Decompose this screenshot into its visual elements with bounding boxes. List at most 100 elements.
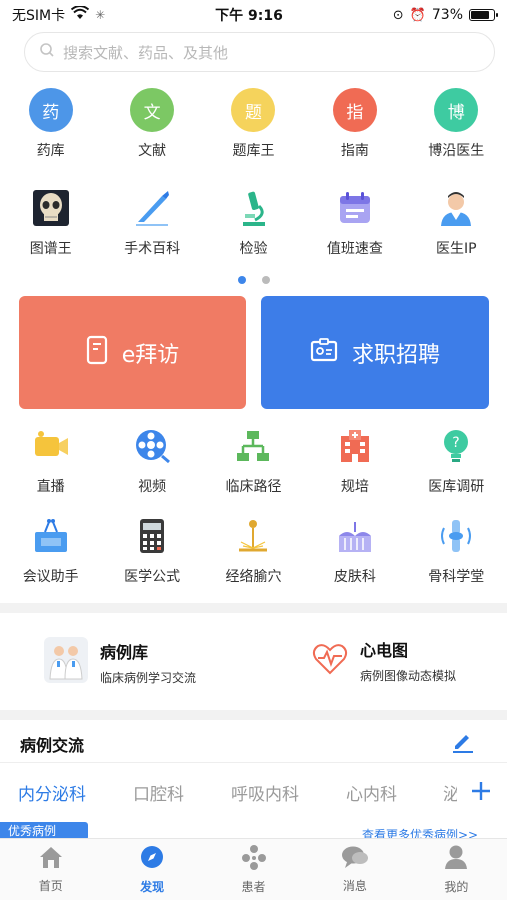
ecg-card[interactable]: 心电图 病例图像动态模拟 <box>312 637 456 684</box>
grid-item-label: 医生IP <box>435 241 477 257</box>
grid-item-atlas[interactable]: 图谱王 <box>0 186 101 258</box>
grid-item-guide[interactable]: 指 指南 <box>304 88 405 160</box>
scalpel-icon <box>130 186 174 230</box>
grid-item-duty[interactable]: 值班速查 <box>304 186 405 258</box>
tab-partial[interactable]: 泌 <box>443 780 457 805</box>
grid-item-meeting[interactable]: 会议助手 <box>0 514 101 586</box>
grid-item-training[interactable]: 规培 <box>304 424 405 496</box>
tab-stomatology[interactable]: 口腔科 <box>133 780 184 805</box>
tool-grid-row-2: 图谱王 手术百科 检验 值班速查 医生IP <box>0 186 507 258</box>
status-time: 下午 9:16 <box>215 8 283 24</box>
skin-icon <box>333 514 377 558</box>
film-reel-icon <box>130 424 174 468</box>
grid-item-acupoint[interactable]: 经络腧穴 <box>203 514 304 586</box>
grid-item-label: 视频 <box>138 479 167 495</box>
nav-messages-label: 消息 <box>342 879 367 893</box>
grid-item-lab[interactable]: 检验 <box>203 186 304 258</box>
video-camera-icon <box>29 424 73 468</box>
department-tabs: 内分泌科 口腔科 呼吸内科 心内科 泌 <box>0 772 507 812</box>
case-library-subtitle: 临床病例学习交流 <box>100 670 197 685</box>
nav-home[interactable]: 首页 <box>0 839 101 900</box>
job-label: 求职招聘 <box>351 342 440 368</box>
grid-item-label: 会议助手 <box>22 569 79 585</box>
hospital-icon <box>333 424 377 468</box>
grid-item-label: 手术百科 <box>124 241 181 257</box>
nav-patients[interactable]: 患者 <box>203 839 304 900</box>
tool-grid-row-4: 会议助手 医学公式 经络腧穴 皮肤科 骨科学堂 <box>0 514 507 586</box>
id-card-icon <box>310 337 338 368</box>
grid-item-label: 骨科学堂 <box>428 569 485 585</box>
calculator-icon <box>130 514 174 558</box>
doctors-icon <box>44 637 88 687</box>
grid-item-drug[interactable]: 药 药库 <box>0 88 101 160</box>
ecg-heart-icon <box>312 641 348 681</box>
nav-mine[interactable]: 我的 <box>406 839 507 900</box>
wifi-icon <box>70 5 90 24</box>
section-divider <box>0 710 507 720</box>
boyan-icon: 博 <box>434 88 479 132</box>
plus-icon[interactable] <box>470 780 492 806</box>
grid-item-live[interactable]: 直播 <box>0 424 101 496</box>
grid-item-formula[interactable]: 医学公式 <box>101 514 202 586</box>
acupuncture-icon <box>231 514 275 558</box>
skull-atlas-icon <box>29 186 73 230</box>
grid-item-boyan[interactable]: 博 博沿医生 <box>406 88 507 160</box>
grid-item-label: 经络腧穴 <box>225 569 282 585</box>
page-dot[interactable] <box>261 276 270 284</box>
tab-endocrinology[interactable]: 内分泌科 <box>18 780 86 805</box>
flowchart-icon <box>231 424 275 468</box>
drug-icon: 药 <box>28 88 73 132</box>
phone-icon <box>86 335 108 371</box>
grid-item-clinical-path[interactable]: 临床路径 <box>203 424 304 496</box>
literature-icon: 文 <box>130 88 175 132</box>
guide-icon: 指 <box>332 88 377 132</box>
grid-item-label: 医学公式 <box>124 569 181 585</box>
grid-item-doctor-ip[interactable]: 医生IP <box>406 186 507 258</box>
compass-icon <box>139 844 165 874</box>
rotation-lock-icon: ⊙ <box>392 7 404 23</box>
grid-item-video[interactable]: 视频 <box>101 424 202 496</box>
tab-respiratory[interactable]: 呼吸内科 <box>231 780 299 805</box>
section-divider <box>0 603 507 613</box>
grid-item-derm[interactable]: 皮肤科 <box>304 514 405 586</box>
search-icon <box>39 42 55 62</box>
tab-cardiology[interactable]: 心内科 <box>346 780 397 805</box>
grid-item-label: 文献 <box>138 143 167 159</box>
e-visit-banner[interactable]: e拜访 <box>19 296 246 409</box>
loading-icon: ✳ <box>95 8 106 22</box>
page-dot-active[interactable] <box>237 276 246 284</box>
battery-level-fill <box>471 11 489 19</box>
grid-item-surgery[interactable]: 手术百科 <box>101 186 202 258</box>
page-indicator <box>0 276 507 284</box>
job-banner[interactable]: 求职招聘 <box>261 296 489 409</box>
search-placeholder: 搜索文献、药品、及其他 <box>63 43 229 62</box>
grid-item-label: 值班速查 <box>326 241 383 257</box>
nav-patients-label: 患者 <box>241 880 266 894</box>
grid-item-literature[interactable]: 文 文献 <box>101 88 202 160</box>
search-bar[interactable]: 搜索文献、药品、及其他 <box>24 32 495 72</box>
status-bar: 无SIM卡 ✳ 下午 9:16 ⊙ ⏰ 73% <box>0 0 507 30</box>
grid-item-survey[interactable]: ? 医库调研 <box>406 424 507 496</box>
case-library-card[interactable]: 病例库 临床病例学习交流 <box>44 637 196 687</box>
nav-messages[interactable]: 消息 <box>304 839 405 900</box>
home-icon <box>38 845 64 873</box>
message-icon <box>341 845 369 873</box>
bottom-navigation: 首页 发现 患者 消息 我的 <box>0 838 507 900</box>
grid-item-ortho[interactable]: 骨科学堂 <box>406 514 507 586</box>
ecg-title: 心电图 <box>360 641 409 660</box>
grid-item-quiz[interactable]: 题 题库王 <box>203 88 304 160</box>
user-icon <box>444 844 468 874</box>
nav-discover[interactable]: 发现 <box>101 839 202 900</box>
calendar-icon <box>333 186 377 230</box>
grid-item-label: 题库王 <box>232 143 275 159</box>
edit-icon[interactable] <box>450 728 476 758</box>
carrier-text: 无SIM卡 <box>12 8 66 24</box>
quiz-icon: 题 <box>231 88 276 132</box>
battery-text: 73% <box>431 7 463 23</box>
alarm-icon: ⏰ <box>409 7 426 23</box>
nav-discover-label: 发现 <box>140 880 165 894</box>
grid-item-label: 指南 <box>340 143 369 159</box>
e-visit-label: e拜访 <box>121 342 180 368</box>
survey-bulb-icon: ? <box>434 424 478 468</box>
grid-item-label: 医库调研 <box>428 479 485 495</box>
